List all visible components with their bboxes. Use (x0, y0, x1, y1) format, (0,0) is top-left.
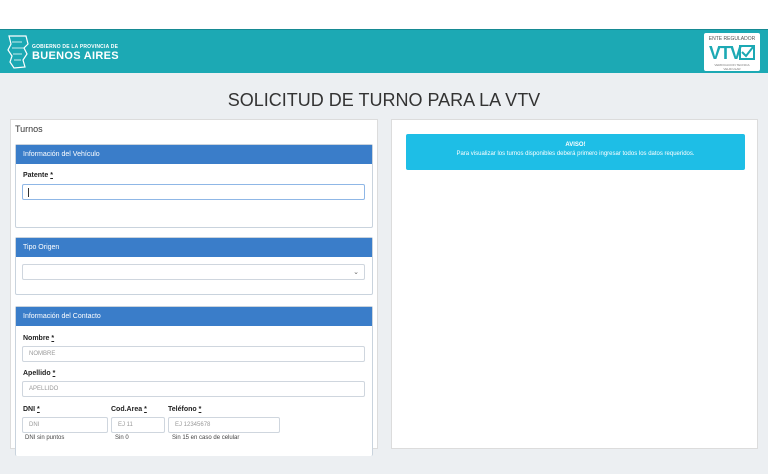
apellido-placeholder: APELLIDO (29, 386, 59, 392)
telefono-placeholder: EJ 12345678 (175, 422, 211, 428)
contact-panel: Información del Contacto Nombre * NOMBRE… (15, 306, 373, 456)
nombre-input[interactable]: NOMBRE (22, 346, 365, 362)
telefono-hint: Sin 15 en caso de celular (172, 435, 240, 441)
telefono-label: Teléfono * (168, 406, 201, 413)
chevron-down-icon: ⌄ (353, 269, 359, 276)
area-input[interactable]: EJ 11 (111, 417, 165, 433)
area-placeholder: EJ 11 (118, 422, 133, 428)
patente-label-text: Patente (23, 172, 49, 179)
nombre-label: Nombre * (23, 335, 54, 342)
dni-input[interactable]: DNI (22, 417, 108, 433)
apellido-input[interactable]: APELLIDO (22, 381, 365, 397)
telefono-input[interactable]: EJ 12345678 (168, 417, 280, 433)
top-bar (0, 0, 768, 29)
required-mark: * (198, 406, 202, 413)
required-mark: * (144, 406, 147, 413)
nombre-placeholder: NOMBRE (29, 351, 56, 357)
area-label-text: Cod.Area (111, 406, 143, 413)
dni-placeholder: DNI (29, 422, 40, 428)
telefono-label-text: Teléfono (168, 406, 197, 413)
turnos-title: Turnos (15, 124, 43, 134)
dni-label-text: DNI (23, 406, 36, 413)
alert-title: AVISO! (565, 142, 586, 148)
page-title: SOLICITUD DE TURNO PARA LA VTV (227, 90, 541, 110)
text-caret (28, 188, 29, 197)
vtv-logo-text: VTV (709, 43, 742, 63)
origen-panel: Tipo Origen ⌄ (15, 237, 373, 295)
contact-panel-header: Información del Contacto (16, 307, 372, 326)
notice-alert: AVISO! Para visualizar los turnos dispon… (406, 134, 745, 170)
main-area: SOLICITUD DE TURNO PARA LA VTV Turnos In… (0, 73, 768, 474)
origen-panel-header: Tipo Origen (16, 238, 372, 257)
nombre-label-text: Nombre (23, 335, 50, 342)
required-mark: * (50, 172, 53, 179)
alert-body: Para visualizar los turnos disponibles d… (456, 151, 695, 157)
apellido-label: Apellido * (23, 370, 55, 377)
area-label: Cod.Area * (111, 406, 147, 413)
required-mark: * (37, 406, 40, 413)
area-hint: Sin 0 (115, 435, 129, 441)
gov-title: BUENOS AIRES (32, 50, 119, 62)
required-mark: * (52, 370, 56, 377)
vtv-logo-top: ENTE REGULADOR (708, 36, 756, 42)
check-icon (739, 45, 755, 60)
required-mark: * (51, 335, 55, 342)
dni-hint: DNI sin puntos (25, 435, 65, 441)
vehicle-panel-header: Información del Vehículo (16, 145, 372, 164)
site-header: GOBIERNO DE LA PROVINCIA DE BUENOS AIRES… (0, 29, 768, 73)
vtv-logo-bottom: VERIFICACION TECNICA VEHICULAR (714, 63, 750, 71)
dni-label: DNI * (23, 406, 40, 413)
turnos-availability-card: AVISO! Para visualizar los turnos dispon… (391, 119, 758, 449)
patente-label: Patente * (23, 172, 53, 179)
apellido-label-text: Apellido (23, 370, 51, 377)
patente-input[interactable] (22, 184, 365, 200)
tipo-origen-select[interactable]: ⌄ (22, 264, 365, 280)
province-map-icon (7, 35, 29, 69)
vtv-logo[interactable]: ENTE REGULADOR VTV VERIFICACION TECNICA … (704, 33, 760, 71)
vehicle-panel: Información del Vehículo Patente * (15, 144, 373, 228)
turnos-form-card: Turnos Información del Vehículo Patente … (10, 119, 378, 456)
